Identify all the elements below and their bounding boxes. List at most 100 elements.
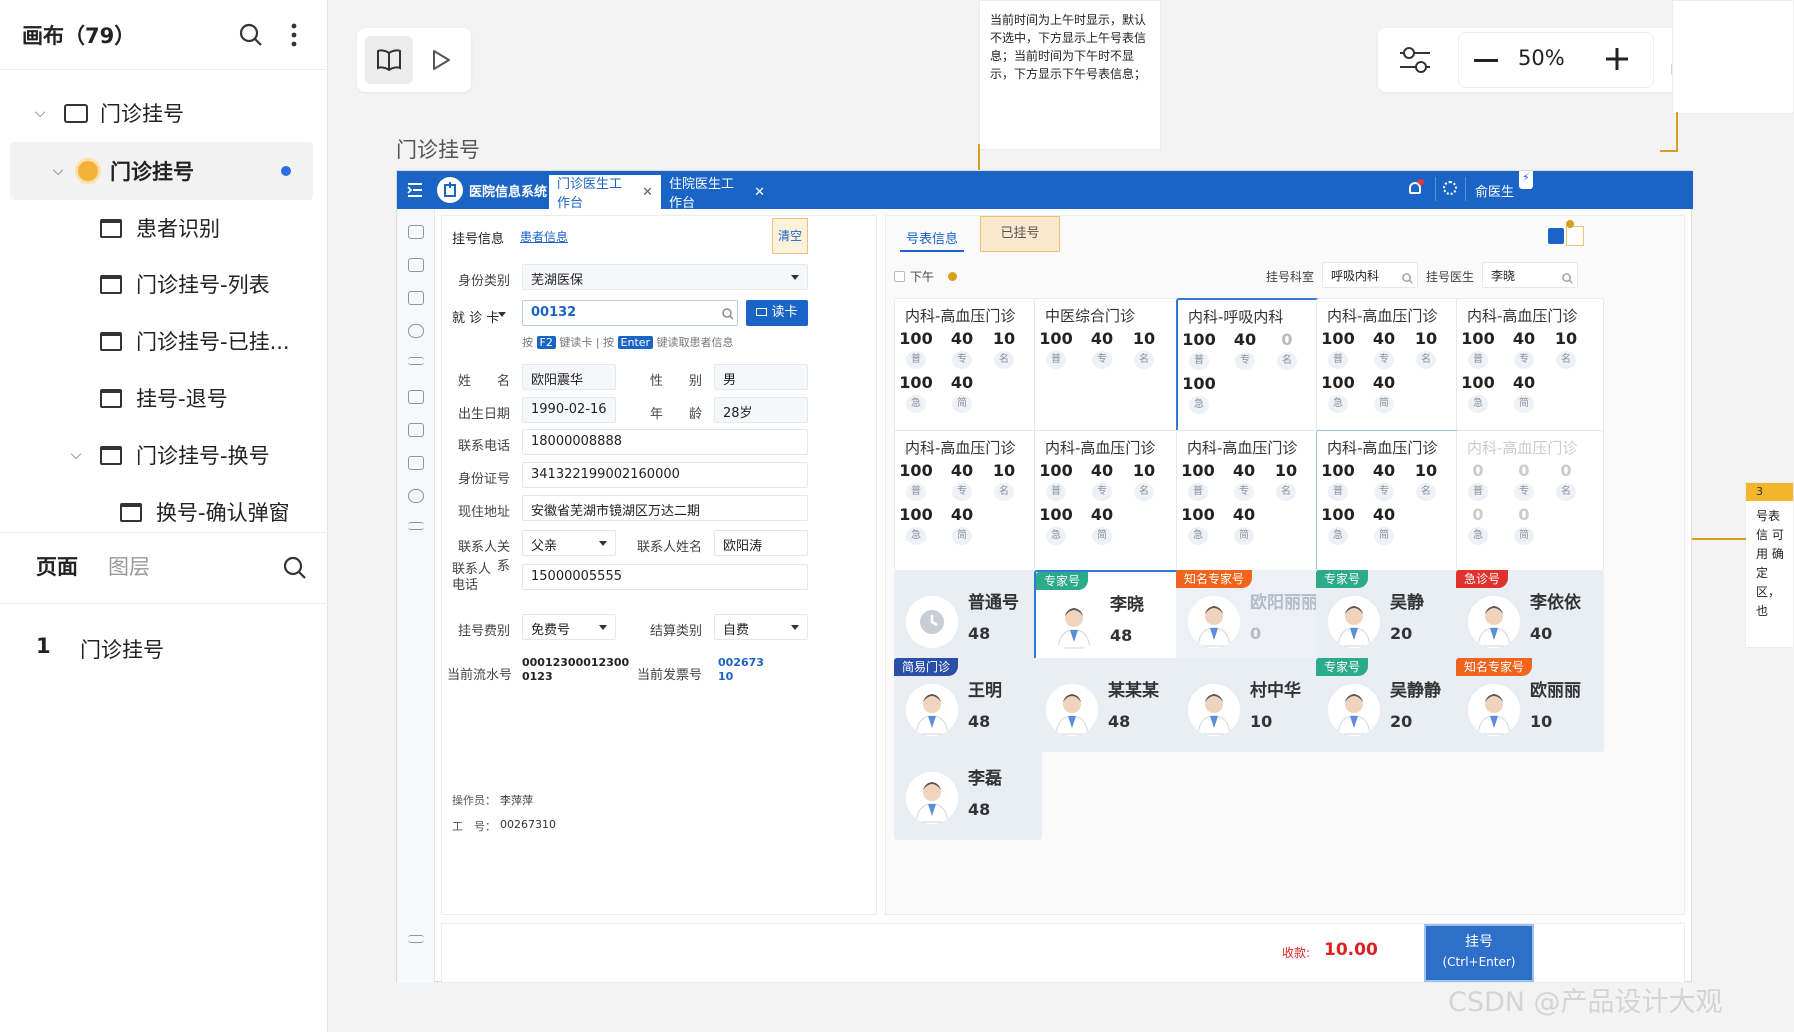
tree-item[interactable]: 患者识别 [10,200,313,256]
list-view-icon[interactable] [1566,226,1584,246]
database-icon[interactable] [408,225,424,239]
tree-folder-outpatient[interactable]: ⌵ 门诊挂号 [10,85,313,141]
settings-sliders-icon[interactable] [1398,44,1432,80]
close-icon[interactable]: ✕ [642,185,653,200]
age-field[interactable]: 28岁 [714,397,808,423]
clinic-card[interactable]: 内科-呼吸内科 100 普 40 专 0 名 100 急 [1176,298,1324,439]
register-label: 挂号 [1465,934,1493,950]
tab-inpatient[interactable]: 住院医生工作台 ✕ [661,175,773,211]
tab-outpatient[interactable]: 门诊医生工作台 ✕ [549,175,661,211]
id-type-select[interactable]: 芜湖医保 [522,264,808,290]
clinic-card[interactable]: 内科-高血压门诊 100 普 40 专 10 名 100 急 40 简 [1456,298,1604,439]
tree-item[interactable]: 门诊挂号-列表 [10,256,313,312]
bottom-bar: 收款: 10.00 挂号 (Ctrl+Enter) [441,923,1685,983]
menu-toggle-icon[interactable] [407,182,423,202]
sliders-icon[interactable] [408,522,424,530]
connector-line [1660,150,1678,152]
doctor-card[interactable]: 专家号 吴静 20 [1316,570,1464,664]
slot-type-chip: 名 [1556,483,1576,501]
clinic-card[interactable]: 内科-高血压门诊 100 普 40 专 10 名 100 急 40 简 [1316,430,1464,571]
fee-type-select[interactable]: 免费号 [522,614,616,640]
address-field[interactable]: 安徽省芜湖市镜湖区万达二期 [522,495,808,521]
relation-select[interactable]: 父亲 [522,530,616,556]
user-name[interactable]: 俞医生 [1475,181,1514,200]
clinic-card[interactable]: 内科-高血压门诊 0 普 0 专 0 名 0 急 0 简 [1456,430,1604,571]
tab-layers[interactable]: 图层 [108,551,150,581]
dob-field[interactable]: 1990-02-16 [522,397,616,423]
more-vertical-icon[interactable] [284,20,304,50]
clinic-card[interactable]: 内科-高血压门诊 100 普 40 专 10 名 100 急 40 简 [1034,430,1182,571]
clinic-card[interactable]: 内科-高血压门诊 100 普 40 专 10 名 100 急 40 简 [1316,298,1464,439]
settle-type-select[interactable]: 自费 [714,614,808,640]
link-icon[interactable] [408,324,424,338]
sliders-icon[interactable] [408,357,424,365]
tree-item[interactable]: ⌵ 门诊挂号-换号 [10,427,313,483]
search-icon[interactable] [280,553,310,583]
contact-phone-field[interactable]: 15000005555 [522,564,808,590]
calendar-icon[interactable] [408,291,424,305]
play-icon[interactable] [425,44,457,76]
close-icon[interactable]: ✕ [754,185,765,200]
bell-icon[interactable] [1409,179,1424,194]
tree-item[interactable]: 挂号-退号 [10,370,313,426]
chevron-down-icon[interactable]: ⌵ [48,163,68,179]
serial-number: 000123000123000123 [522,656,630,683]
page-list-item[interactable]: 1 门诊挂号 [0,620,328,672]
tab-registered[interactable]: 已挂号 [980,216,1060,252]
doctor-card[interactable]: 专家号 李晓 48 [1034,570,1182,664]
read-card-button[interactable]: 读卡 [746,300,808,326]
gear-icon[interactable] [1443,181,1457,195]
doctor-card[interactable]: 急诊号 李依依 40 [1456,570,1604,664]
zoom-level[interactable]: 50% [1518,46,1565,70]
register-button[interactable]: 挂号 (Ctrl+Enter) [1424,924,1534,982]
tree-item-active[interactable]: ⌵ 门诊挂号 [10,142,313,200]
lock-icon[interactable] [408,423,424,437]
afternoon-checkbox[interactable] [894,271,905,282]
tab-patient-info[interactable]: 患者信息 [520,228,568,245]
doctor-card[interactable]: 普通号 48 [894,570,1042,664]
card-number-input[interactable]: 00132 [522,300,738,326]
zoom-in-icon[interactable] [1604,46,1632,74]
search-icon[interactable] [1562,269,1573,288]
clear-button[interactable]: 清空 [772,218,808,254]
slot-count: 40 [950,461,974,480]
doctor-card[interactable]: 村中华 10 [1176,658,1324,752]
lock-icon[interactable] [408,258,424,272]
doctor-card[interactable]: 知名专家号 欧丽丽 10 [1456,658,1604,752]
search-icon[interactable] [722,305,734,324]
card-type-select[interactable]: 就 诊 卡 [452,302,514,328]
search-icon[interactable] [236,20,266,50]
tab-schedule[interactable]: 号表信息 [900,216,965,252]
doctor-card[interactable]: 专家号 吴静静 20 [1316,658,1464,752]
zoom-out-icon[interactable] [1474,48,1500,72]
sex-field[interactable]: 男 [714,364,808,390]
link-icon[interactable] [408,489,424,503]
doctor-card[interactable]: 某某某 48 [1034,658,1182,752]
clinic-card[interactable]: 内科-高血压门诊 100 普 40 专 10 名 100 急 40 简 [894,430,1042,571]
doctor-card[interactable]: 简易门诊 王明 48 [894,658,1042,752]
book-icon[interactable] [365,36,413,84]
doctor-avatar [1328,684,1380,736]
doctor-card[interactable]: 李磊 48 [894,746,1042,840]
chevron-down-icon[interactable]: ⌵ [30,105,50,121]
doctor-card[interactable]: 知名专家号 欧阳丽丽 0 [1176,570,1324,664]
doctor-avatar [1048,598,1100,650]
search-icon[interactable] [1402,269,1413,288]
calendar-icon[interactable] [408,456,424,470]
tab-pages[interactable]: 页面 [36,551,78,581]
database-icon[interactable] [408,390,424,404]
contact-name-field[interactable]: 欧阳涛 [714,530,808,556]
sliders-icon[interactable] [408,935,424,943]
id-number-field[interactable]: 341322199002160000 [522,462,808,488]
chevron-down-icon[interactable]: ⌵ [66,447,86,463]
clinic-card[interactable]: 内科-高血压门诊 100 普 40 专 10 名 100 急 40 简 [894,298,1042,439]
name-field[interactable]: 欧阳震华 [522,364,616,390]
tree-item[interactable]: 门诊挂号-已挂... [10,313,313,369]
phone-field[interactable]: 18000008888 [522,429,808,455]
doctor-slot-count: 48 [968,624,991,643]
grid-view-icon[interactable] [1548,228,1564,244]
clinic-card[interactable]: 中医综合门诊 100 普 40 专 10 名 [1034,298,1182,439]
lightning-icon[interactable]: ⚡ [1519,171,1533,189]
tab-register-info[interactable]: 挂号信息 [452,228,504,247]
clinic-card[interactable]: 内科-高血压门诊 100 普 40 专 10 名 100 急 40 简 [1176,430,1324,571]
